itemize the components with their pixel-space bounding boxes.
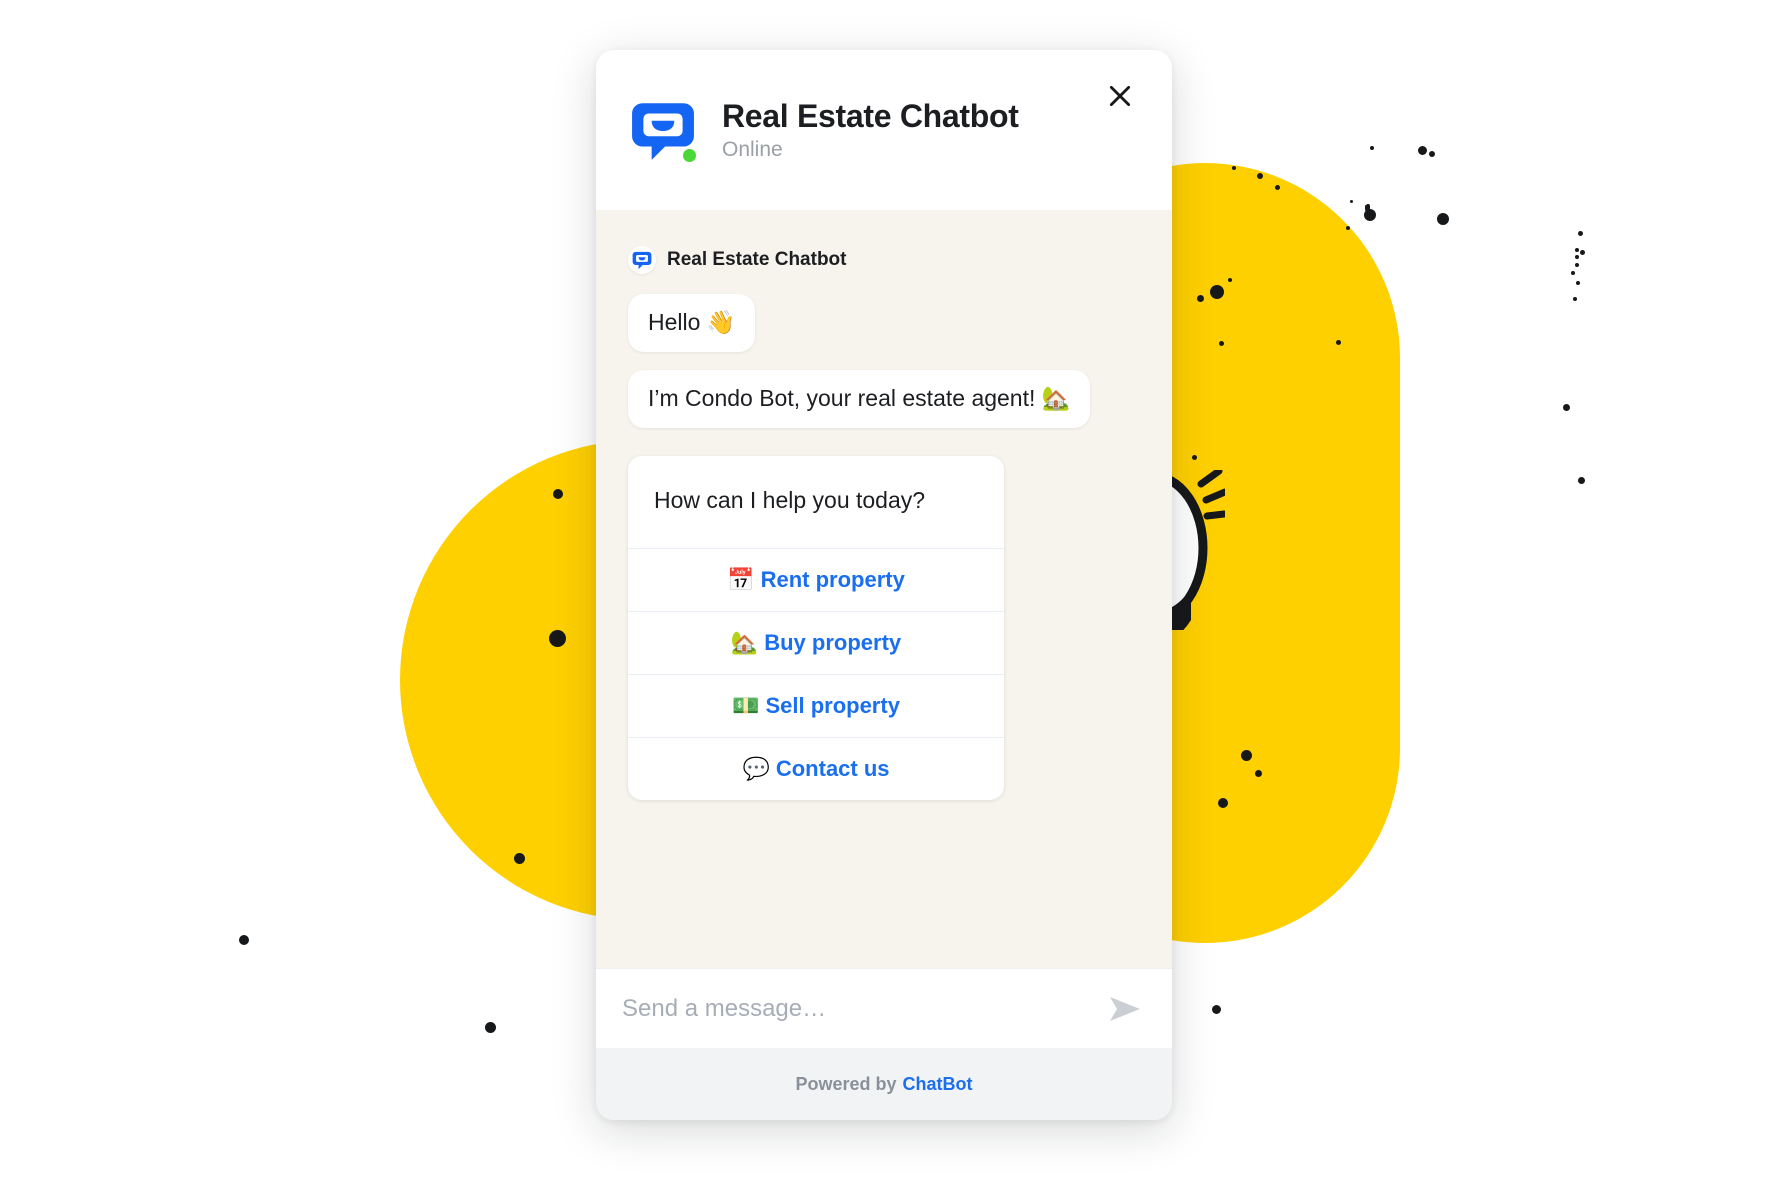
chatbot-brand-link[interactable]: ChatBot bbox=[903, 1074, 973, 1095]
decor-dot bbox=[549, 630, 566, 647]
house-with-garden-icon: 🏡 bbox=[730, 629, 759, 655]
decor-dot bbox=[553, 489, 563, 499]
quick-reply-buy-property[interactable]: 🏡 Buy property bbox=[628, 612, 1004, 675]
online-status-indicator bbox=[681, 147, 698, 164]
message-bubble: Hello 👋 bbox=[628, 294, 756, 352]
avatar bbox=[630, 97, 698, 164]
decor-dot bbox=[1241, 750, 1252, 761]
chatbot-logo-icon bbox=[632, 251, 652, 270]
message-sender: Real Estate Chatbot bbox=[628, 246, 1140, 274]
option-label: Sell property bbox=[765, 692, 900, 718]
chat-widget: Real Estate Chatbot Online ✛ bbox=[596, 50, 1172, 1120]
decor-dot bbox=[1212, 1005, 1221, 1014]
decor-dot bbox=[1578, 477, 1585, 484]
decor-dot bbox=[1275, 185, 1280, 190]
widget-header: Real Estate Chatbot Online bbox=[596, 50, 1172, 210]
powered-by-label: Powered by bbox=[795, 1073, 897, 1094]
decor-dot bbox=[485, 1022, 496, 1033]
quick-reply-rent-property[interactable]: 📅 Rent property bbox=[628, 549, 1004, 612]
decor-dot bbox=[1197, 295, 1204, 302]
message-row: Hello 👋 bbox=[628, 294, 1140, 370]
message-list: Real Estate Chatbot Hello 👋 I’m Condo Bo… bbox=[596, 210, 1172, 800]
decor-dot bbox=[1580, 250, 1585, 255]
message-composer bbox=[596, 968, 1172, 1048]
decor-dot bbox=[1418, 146, 1427, 155]
screenshot-root: Real Estate Chatbot Online ✛ bbox=[0, 0, 1776, 1178]
chat-body[interactable]: ✛ Real Estate Chatbot Hello 👋 bbox=[596, 210, 1172, 968]
decor-dot bbox=[1232, 166, 1236, 170]
speech-balloon-icon: 💬 bbox=[742, 755, 770, 781]
send-button[interactable] bbox=[1104, 988, 1146, 1030]
calendar-icon: 📅 bbox=[727, 566, 755, 592]
decor-dot bbox=[1576, 281, 1580, 285]
decor-dot bbox=[1437, 213, 1449, 225]
decor-dot bbox=[1429, 151, 1435, 157]
decor-dot bbox=[1370, 146, 1374, 150]
option-label: Buy property bbox=[764, 629, 902, 655]
sender-name: Real Estate Chatbot bbox=[667, 249, 847, 270]
message-bubble: I’m Condo Bot, your real estate agent! 🏡 bbox=[628, 369, 1091, 428]
banknote-icon: 💵 bbox=[732, 692, 760, 718]
decor-dot bbox=[1192, 455, 1197, 460]
decor-dot bbox=[1365, 208, 1368, 211]
decor-dot bbox=[1575, 255, 1579, 259]
quick-reply-contact-us[interactable]: 💬 Contact us bbox=[628, 738, 1004, 800]
decor-dot bbox=[239, 935, 249, 945]
decor-dot bbox=[1571, 271, 1575, 275]
decor-dot bbox=[1350, 200, 1353, 203]
message-input[interactable] bbox=[622, 994, 1104, 1023]
quick-reply-question: How can I help you today? bbox=[628, 456, 1004, 549]
sender-avatar bbox=[628, 246, 656, 274]
option-label: Rent property bbox=[760, 566, 905, 592]
decor-dot bbox=[1257, 173, 1263, 179]
decor-dot bbox=[1346, 226, 1350, 230]
decor-dot bbox=[1228, 278, 1232, 282]
decor-dot bbox=[1210, 285, 1224, 299]
decor-dot bbox=[1255, 770, 1262, 777]
decor-dot bbox=[1578, 231, 1583, 236]
close-button[interactable] bbox=[1098, 74, 1142, 118]
option-label: Contact us bbox=[775, 755, 890, 781]
quick-reply-sell-property[interactable]: 💵 Sell property bbox=[628, 675, 1004, 738]
widget-footer: Powered by ChatBot bbox=[596, 1048, 1172, 1120]
decor-dot bbox=[514, 853, 525, 864]
decor-dot bbox=[1219, 341, 1224, 346]
quick-reply-card: How can I help you today? 📅 Rent property… bbox=[628, 455, 1004, 800]
decor-dot bbox=[1336, 340, 1341, 345]
decor-dot bbox=[1573, 297, 1577, 301]
send-icon bbox=[1110, 996, 1140, 1021]
decor-dot bbox=[1575, 263, 1579, 267]
decor-dot bbox=[1575, 248, 1579, 252]
page-title: Real Estate Chatbot bbox=[722, 97, 1019, 134]
close-icon bbox=[1109, 85, 1131, 107]
decor-dot bbox=[1218, 798, 1228, 808]
status-text: Online bbox=[722, 138, 783, 162]
decor-dot bbox=[1563, 404, 1570, 411]
message-row: I’m Condo Bot, your real estate agent! 🏡 bbox=[628, 369, 1140, 446]
